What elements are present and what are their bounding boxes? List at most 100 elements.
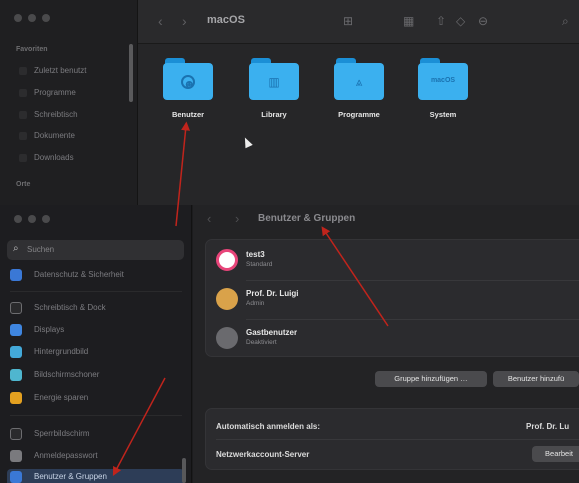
back-icon[interactable]: ‹ [158,13,163,29]
sidebar-item-recents[interactable]: Zuletzt benutzt [18,66,86,75]
user-name: Prof. Dr. Luigi [246,289,299,298]
network-server-label: Netzwerkaccount-Server [216,450,310,459]
user-name: Gastbenutzer [246,328,298,337]
add-group-button[interactable]: Gruppe hinzufügen … [375,371,487,387]
forward-icon[interactable]: › [235,211,239,226]
finder-toolbar: ‹ › macOS ⊞ ▦ ⇧ ◇ ⊖ ⌕ [138,0,579,44]
sidebar-item-energy-saver[interactable]: Energie sparen [10,390,182,408]
sidebar-divider [10,291,182,292]
window-title: macOS [207,14,245,26]
settings-window: ⌕ Suchen Datenschutz & Sicherheit Schrei… [0,205,579,483]
sidebar-item-users-groups[interactable]: Benutzer & Gruppen [7,469,184,483]
tag-icon[interactable]: ◇ [456,14,465,28]
sidebar-section-favorites: Favoriten [16,46,48,53]
folder-benutzer[interactable]: ☻ [163,58,213,100]
login-options: Automatisch anmelden als: Prof. Dr. Lu N… [205,408,579,470]
folder-label-system[interactable]: System [408,110,478,119]
user-folder-icon: ☻ [181,75,196,91]
settings-sidebar: ⌕ Suchen Datenschutz & Sicherheit Schrei… [0,205,192,483]
sidebar-item-screensaver[interactable]: Bildschirmschoner [10,367,182,385]
hand-icon [10,269,22,281]
list-item[interactable]: Prof. Dr. Luigi Admin [206,281,579,319]
sidebar-scrollbar[interactable] [129,44,133,102]
battery-icon [10,392,22,404]
lock-icon [10,428,22,440]
minimize-window-button[interactable] [28,14,36,22]
settings-close-button[interactable] [14,215,22,223]
user-role: Admin [246,300,265,307]
close-window-button[interactable] [14,14,22,22]
sidebar-item-label: Hintergrundbild [34,347,89,356]
list-item[interactable]: test3 Standard [206,242,579,280]
auto-login-label: Automatisch anmelden als: [216,422,321,431]
avatar [216,288,238,310]
search-icon[interactable]: ⌕ [562,14,569,29]
folder-label-library[interactable]: Library [239,110,309,119]
users-list: test3 Standard Prof. Dr. Luigi Admin Gas… [205,239,579,357]
key-icon [10,450,22,462]
share-icon[interactable]: ⇧ [436,14,446,28]
sidebar-item-desktop[interactable]: Schreibtisch [19,110,78,119]
sidebar-item-label: Sperrbildschirm [34,429,90,438]
sidebar-item-label: Energie sparen [34,393,89,402]
mouse-cursor-icon [241,135,253,149]
settings-content: ‹ › Benutzer & Gruppen test3 Standard Pr… [193,205,579,483]
sidebar-item-label: Bildschirmschoner [34,370,100,379]
sidebar-item-label: Benutzer & Gruppen [34,472,107,481]
folder-programme[interactable]: ⩓ [334,58,384,100]
list-item[interactable]: Gastbenutzer Deaktiviert [206,320,579,358]
sidebar-divider [10,415,182,416]
add-user-button[interactable]: Benutzer hinzufü [493,371,579,387]
finder-sidebar: Favoriten Zuletzt benutzt Programme Schr… [0,0,138,205]
settings-minimize-button[interactable] [28,215,36,223]
avatar [216,249,238,271]
sidebar-item-applications[interactable]: Programme [19,88,76,97]
system-folder-icon: macOS [430,77,456,84]
sidebar-item-login-password[interactable]: Anmeldepasswort [10,448,182,466]
back-icon[interactable]: ‹ [207,211,211,226]
users-icon [10,471,22,483]
sidebar-item-wallpaper[interactable]: Hintergrundbild [10,344,182,362]
folder-library[interactable]: ▥ [249,58,299,100]
settings-window-controls[interactable] [14,215,50,223]
finder-window: Favoriten Zuletzt benutzt Programme Schr… [0,0,579,205]
sidebar-section-places: Orte [16,181,31,188]
applications-folder-icon: ⩓ [355,75,363,89]
folder-label-benutzer[interactable]: Benutzer [153,110,223,119]
dock-icon [10,302,22,314]
forward-icon[interactable]: › [182,13,187,29]
more-options-icon[interactable]: ⊖ [478,14,488,28]
folder-system[interactable]: macOS [418,58,468,100]
user-name: test3 [246,250,265,259]
row-divider [216,439,579,440]
sidebar-item-label: Schreibtisch & Dock [34,303,106,312]
auto-login-select[interactable]: Prof. Dr. Lu [526,422,569,431]
edit-button[interactable]: Bearbeit [532,446,579,462]
settings-zoom-button[interactable] [42,215,50,223]
search-input[interactable]: ⌕ Suchen [7,240,184,260]
user-role: Standard [246,261,273,268]
sidebar-scrollbar[interactable] [182,458,186,483]
sidebar-item-label: Displays [34,325,65,334]
sidebar-item-label: Datenschutz & Sicherheit [34,270,124,279]
sidebar-item-displays[interactable]: Displays [10,322,182,340]
group-icon[interactable]: ▦ [403,14,414,28]
user-role: Deaktiviert [246,339,277,346]
grid-view-icon[interactable]: ⊞ [343,14,353,28]
sidebar-item-downloads[interactable]: Downloads [19,153,74,162]
search-icon: ⌕ [13,243,19,254]
guest-user-icon [216,327,238,349]
display-icon [10,324,22,336]
window-controls[interactable] [14,14,50,22]
wallpaper-icon [10,346,22,358]
sidebar-item-lock-screen[interactable]: Sperrbildschirm [10,426,182,444]
sidebar-item-documents[interactable]: Dokumente [19,131,75,140]
library-folder-icon: ▥ [268,75,280,89]
screensaver-icon [10,369,22,381]
sidebar-item-label: Anmeldepasswort [34,451,98,460]
folder-label-programme[interactable]: Programme [324,110,394,119]
sidebar-item-desktop-dock[interactable]: Schreibtisch & Dock [10,300,182,318]
zoom-window-button[interactable] [42,14,50,22]
sidebar-item-privacy[interactable]: Datenschutz & Sicherheit [10,267,182,285]
page-title: Benutzer & Gruppen [258,213,356,224]
